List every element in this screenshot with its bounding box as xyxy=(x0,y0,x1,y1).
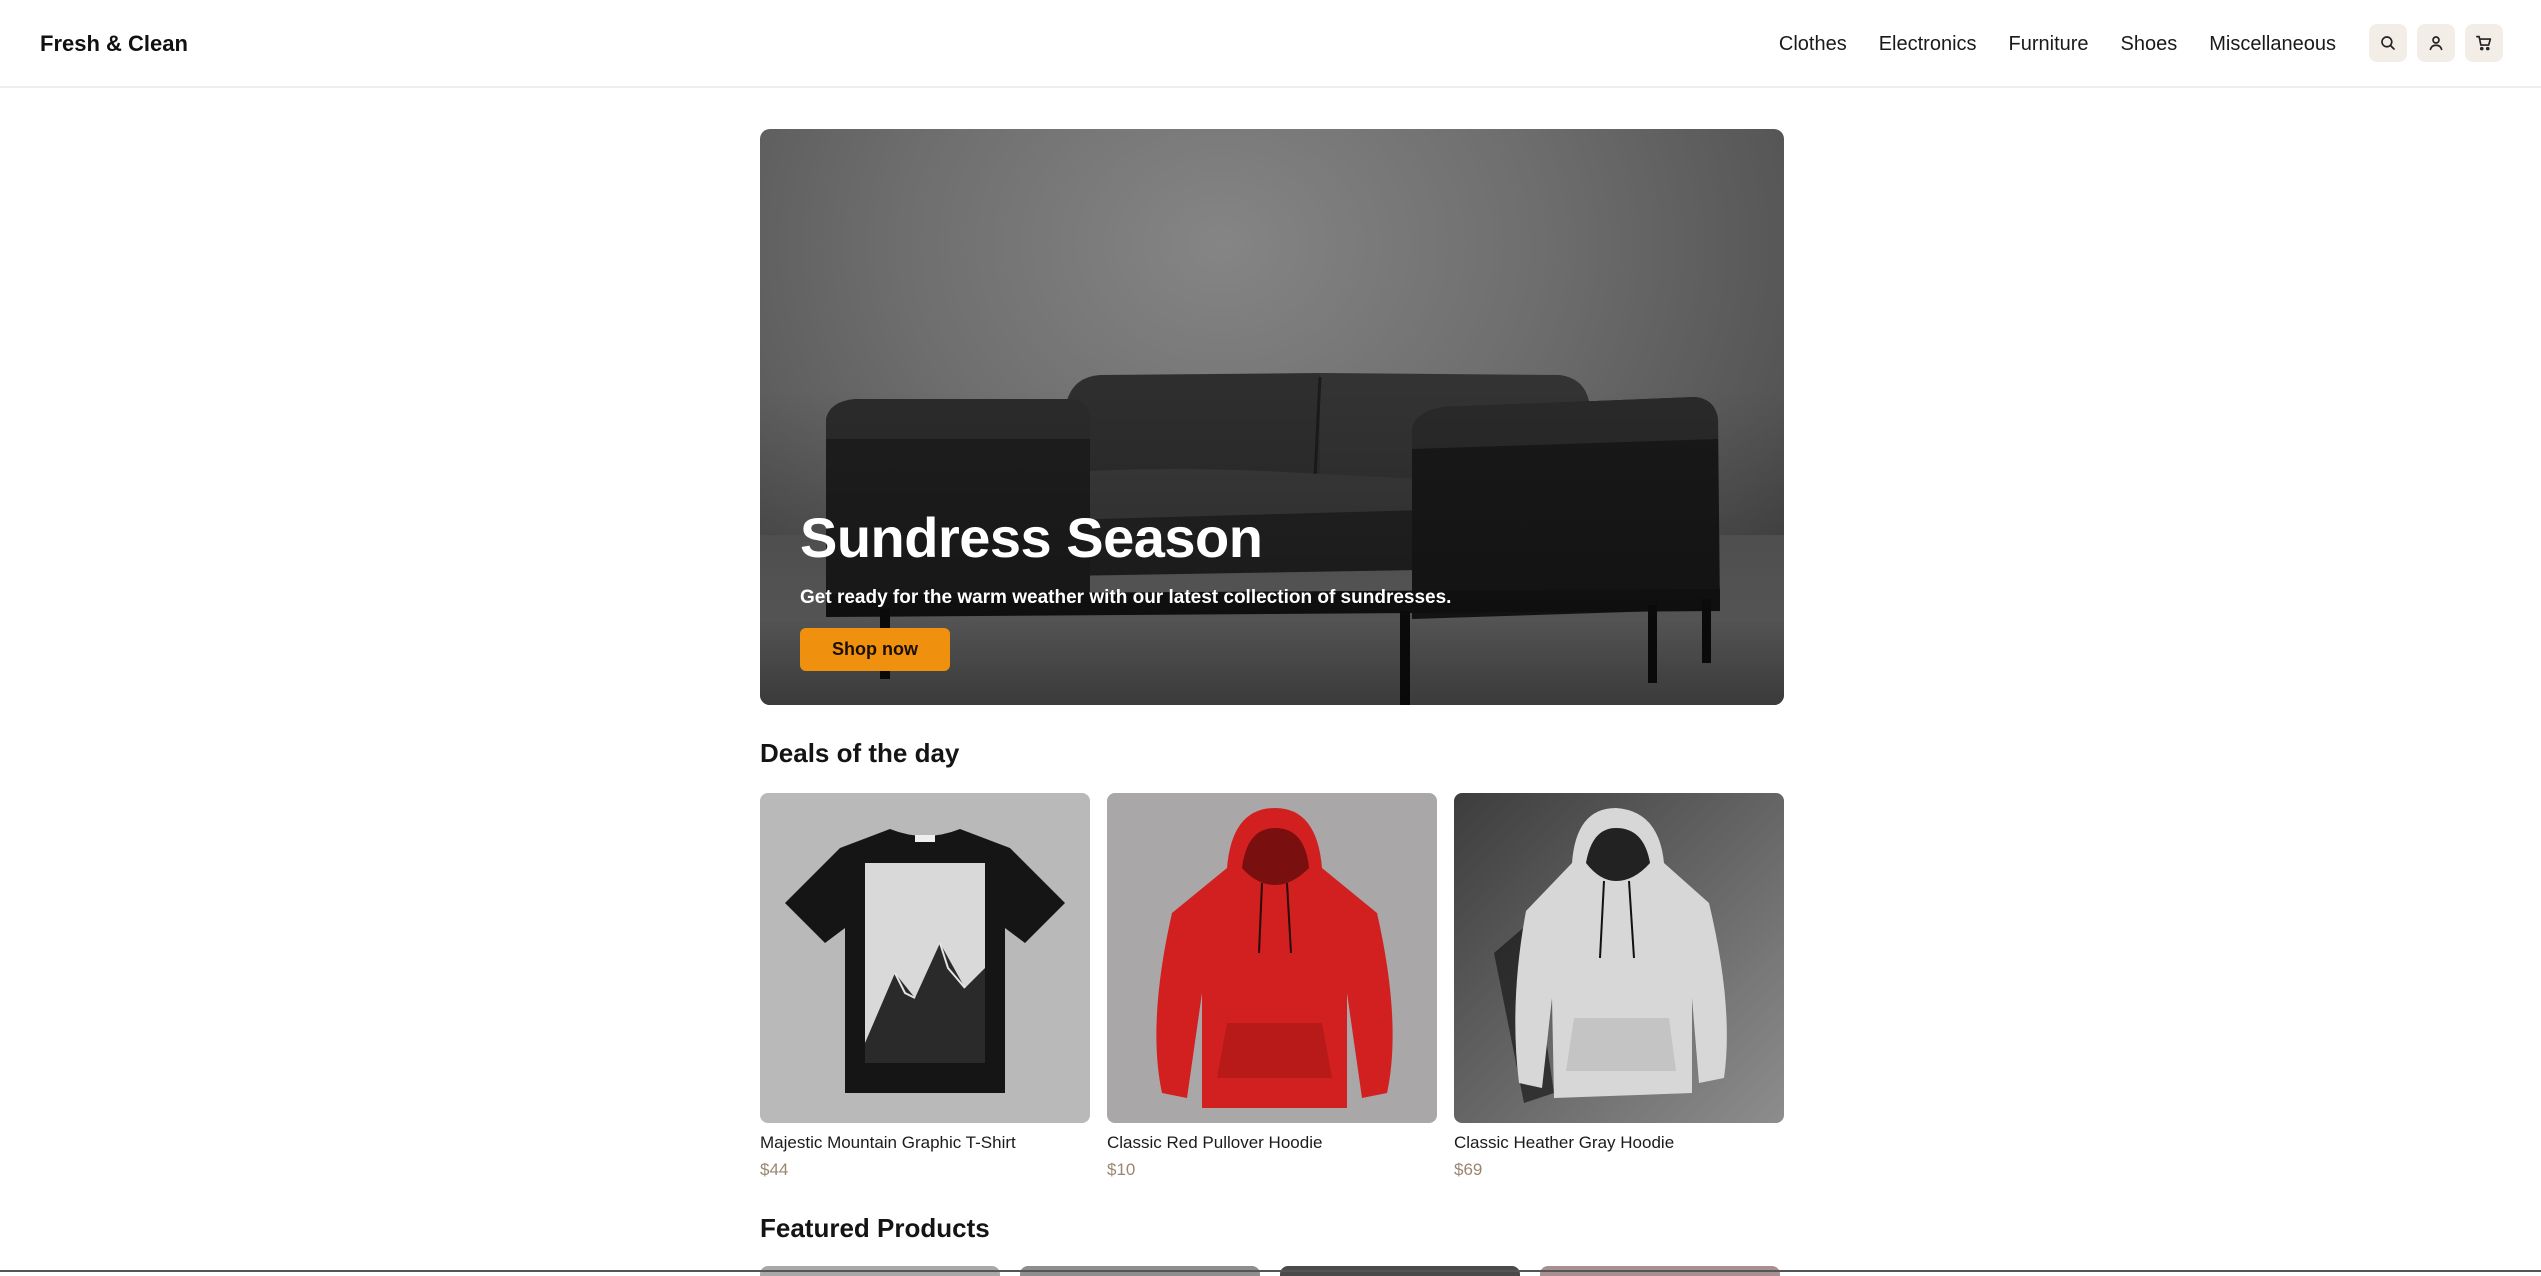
product-price: $44 xyxy=(760,1160,789,1179)
main-nav: Clothes Electronics Furniture Shoes Misc… xyxy=(1779,0,2336,88)
product-name[interactable]: Classic Red Pullover Hoodie xyxy=(1107,1133,1437,1153)
hero-title: Sundress Season xyxy=(800,506,1263,569)
product-name[interactable]: Classic Heather Gray Hoodie xyxy=(1454,1133,1784,1153)
product-card[interactable]: Classic Heather Gray Hoodie $69 xyxy=(1454,793,1784,1180)
gray-hoodie-image xyxy=(1454,793,1784,1123)
deals-grid: Majestic Mountain Graphic T-Shirt $44 Cl… xyxy=(760,793,1784,1193)
header-actions xyxy=(2369,24,2503,62)
hero-content: Sundress Season Get ready for the warm w… xyxy=(800,507,1700,671)
nav-link-shoes[interactable]: Shoes xyxy=(2121,33,2178,56)
cart-icon xyxy=(2476,35,2492,51)
product-price: $69 xyxy=(1454,1160,1483,1179)
shop-now-button[interactable]: Shop now xyxy=(800,627,950,671)
product-image-gray-hoodie[interactable] xyxy=(1454,793,1784,1123)
product-card[interactable]: Classic Red Pullover Hoodie $10 xyxy=(1107,793,1437,1180)
tshirt-image xyxy=(760,793,1090,1123)
search-icon xyxy=(2381,36,2395,50)
hero-subtitle: Get ready for the warm weather with our … xyxy=(800,586,1452,608)
nav-link-furniture[interactable]: Furniture xyxy=(2009,33,2089,56)
nav-link-clothes[interactable]: Clothes xyxy=(1779,33,1847,56)
nav-link-electronics[interactable]: Electronics xyxy=(1879,33,1977,56)
account-button[interactable] xyxy=(2417,24,2455,62)
user-icon xyxy=(2429,36,2443,51)
red-hoodie-image xyxy=(1107,793,1437,1123)
deals-title: Deals of the day xyxy=(760,738,960,768)
search-button[interactable] xyxy=(2369,24,2407,62)
brand-logo[interactable]: Fresh & Clean xyxy=(40,0,188,88)
hero-banner: Sundress Season Get ready for the warm w… xyxy=(760,129,1784,705)
nav-link-miscellaneous[interactable]: Miscellaneous xyxy=(2209,33,2336,56)
site-header: Fresh & Clean Clothes Electronics Furnit… xyxy=(0,0,2541,88)
product-image-tshirt[interactable] xyxy=(760,793,1090,1123)
product-card[interactable]: Majestic Mountain Graphic T-Shirt $44 xyxy=(760,793,1090,1180)
cart-button[interactable] xyxy=(2465,24,2503,62)
product-name[interactable]: Majestic Mountain Graphic T-Shirt xyxy=(760,1133,1090,1153)
product-image-red-hoodie[interactable] xyxy=(1107,793,1437,1123)
featured-title: Featured Products xyxy=(760,1213,990,1243)
product-price: $10 xyxy=(1107,1160,1136,1179)
